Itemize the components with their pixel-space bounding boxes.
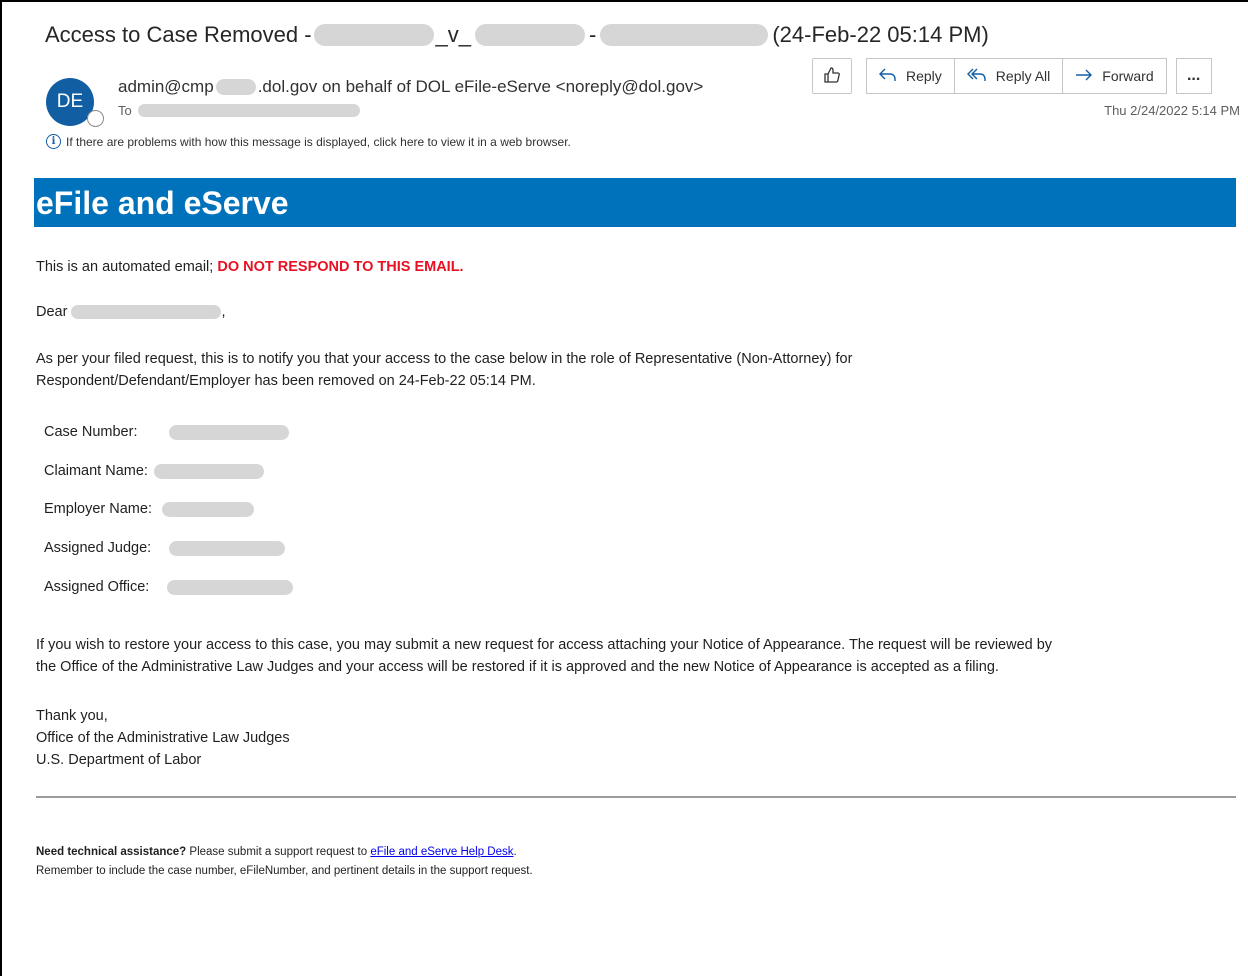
message-toolbar: Reply Reply All Forward ... (812, 58, 1212, 94)
help-text: Please submit a support request to (186, 846, 371, 858)
received-date: Thu 2/24/2022 5:14 PM (1104, 103, 1240, 118)
detail-label: Claimant Name: (44, 463, 148, 479)
sender-prefix: admin@cmp (118, 77, 214, 96)
reply-arrow-icon (879, 68, 897, 85)
redacted-block (215, 79, 256, 95)
info-text: If there are problems with how this mess… (66, 134, 571, 149)
reply-all-label: Reply All (995, 68, 1051, 84)
assigned-judge-row: Assigned Judge: (44, 540, 286, 556)
claimant-name-row: Claimant Name: (44, 463, 264, 479)
paragraph-line: the Office of the Administrative Law Jud… (36, 659, 999, 675)
reminder-line: Remember to include the case number, eFi… (36, 865, 533, 877)
thumbs-up-icon (823, 66, 841, 87)
closing: Thank you, (36, 708, 108, 724)
signature-line: U.S. Department of Labor (36, 752, 202, 768)
subject-mid: _v_ (435, 22, 472, 47)
sender-line[interactable]: admin@cmp .dol.gov on behalf of DOL eFil… (118, 77, 703, 97)
reply-all-arrow-icon (966, 68, 987, 85)
forward-arrow-icon (1075, 68, 1093, 85)
redacted-block (161, 501, 254, 517)
detail-label: Case Number: (44, 424, 138, 440)
subject-start: Access to Case Removed - (45, 22, 312, 47)
detail-label: Employer Name: (44, 501, 152, 517)
display-problem-info[interactable]: i If there are problems with how this me… (46, 134, 571, 149)
redacted-block (153, 463, 264, 479)
employer-name-row: Employer Name: (44, 501, 254, 517)
help-bold: Need technical assistance? (36, 846, 187, 858)
presence-status-icon (87, 110, 104, 127)
email-subject: Access to Case Removed - _v_ - (24-Feb-2… (45, 22, 989, 48)
reply-label: Reply (906, 68, 942, 84)
automated-prefix: This is an automated email; (36, 259, 218, 275)
do-not-respond-warning: DO NOT RESPOND TO THIS EMAIL. (217, 259, 464, 275)
redacted-block (600, 24, 769, 46)
subject-dash: - (589, 22, 597, 47)
more-actions-button[interactable]: ... (1175, 58, 1212, 94)
forward-button[interactable]: Forward (1063, 58, 1167, 94)
like-button[interactable] (812, 58, 852, 94)
to-label: To (118, 103, 132, 118)
redacted-block (313, 24, 434, 46)
redacted-block (475, 24, 586, 46)
forward-label: Forward (1102, 68, 1154, 84)
automated-notice: This is an automated email; DO NOT RESPO… (36, 256, 464, 278)
greeting-end: , (221, 304, 226, 320)
assigned-office-row: Assigned Office: (44, 579, 294, 595)
paragraph-line: As per your filed request, this is to no… (36, 351, 853, 367)
paragraph-line: Respondent/Defendant/Employer has been r… (36, 373, 536, 389)
help-line: Need technical assistance? Please submit… (36, 846, 517, 858)
paragraph-line: If you wish to restore your access to th… (36, 637, 1053, 653)
detail-label: Assigned Judge: (44, 540, 152, 556)
redacted-block (167, 579, 294, 595)
redacted-block (169, 540, 286, 556)
divider (36, 796, 1236, 798)
sender-rest: on behalf of DOL eFile-eServe <noreply@d… (317, 77, 704, 96)
help-end: . (513, 846, 517, 858)
detail-label: Assigned Office: (44, 579, 150, 595)
signature-line: Office of the Administrative Law Judges (36, 730, 290, 746)
signature-block: Thank you, Office of the Administrative … (36, 705, 290, 771)
removal-paragraph: As per your filed request, this is to no… (36, 348, 852, 392)
reply-all-button[interactable]: Reply All (954, 58, 1064, 94)
redacted-block (137, 104, 360, 117)
subject-end: (24-Feb-22 05:14 PM) (772, 22, 989, 47)
redacted-block (169, 424, 290, 440)
greeting: Dear , (36, 301, 225, 323)
sender-suffix: .dol.gov (257, 77, 318, 96)
help-desk-link[interactable]: eFile and eServe Help Desk (370, 846, 513, 858)
reply-button[interactable]: Reply (866, 58, 955, 94)
recipient-line[interactable]: To (118, 103, 360, 118)
restore-paragraph: If you wish to restore your access to th… (36, 634, 1052, 678)
info-icon: i (46, 134, 61, 149)
case-number-row: Case Number: (44, 424, 290, 440)
greeting-word: Dear (36, 304, 68, 320)
redacted-block (71, 305, 222, 319)
efile-banner: eFile and eServe (34, 178, 1236, 227)
